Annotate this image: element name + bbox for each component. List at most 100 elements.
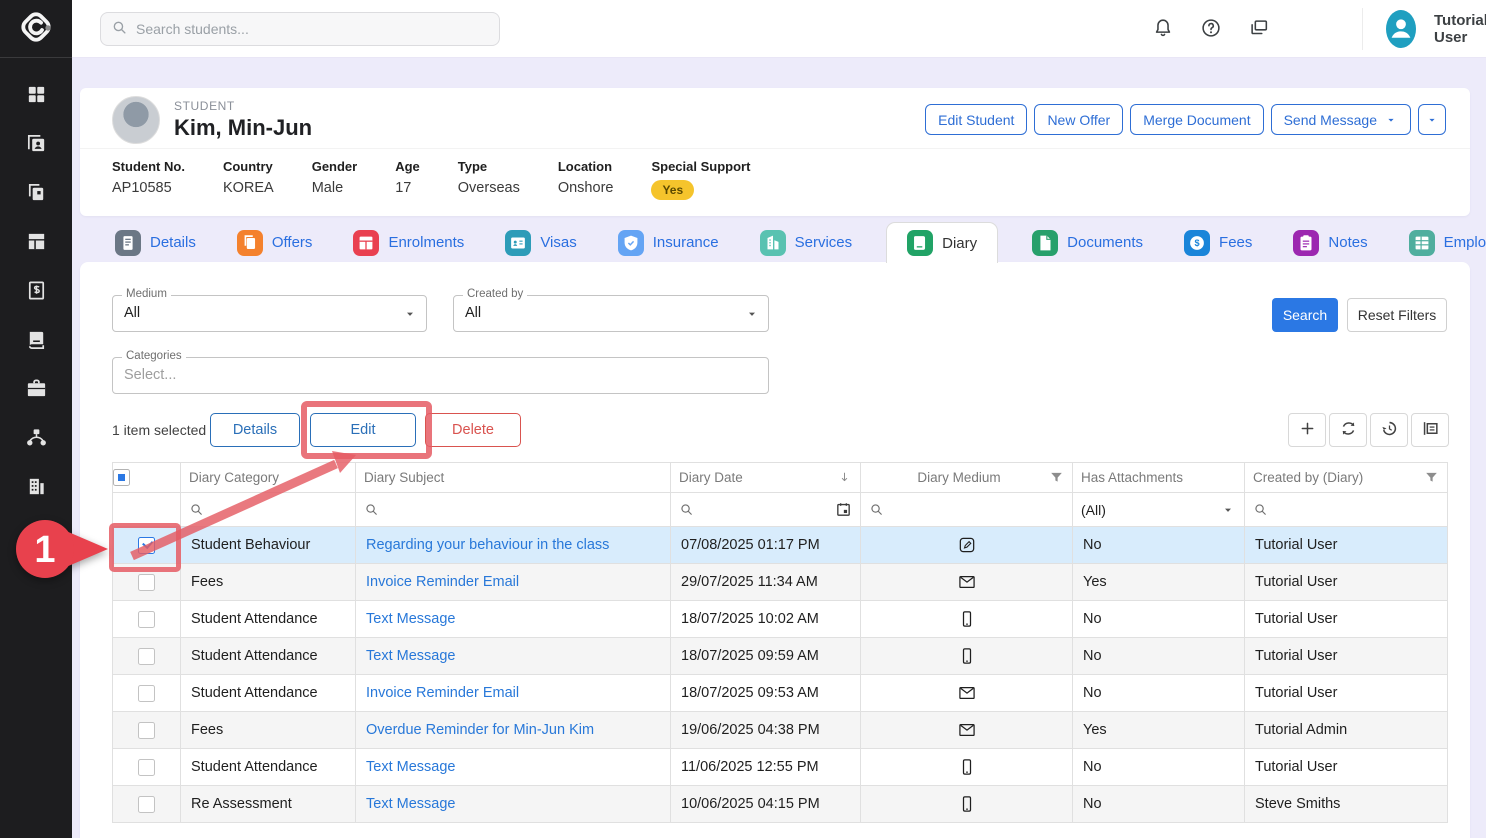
diary-subject-link[interactable]: Text Message [366,759,455,775]
add-record-button[interactable] [1288,413,1326,447]
filter-medium[interactable] [861,493,1073,527]
row-checkbox[interactable] [138,685,155,702]
column-diary-category[interactable]: Diary Category [181,463,356,493]
search-input[interactable] [136,21,489,37]
created-by-select[interactable]: Created by All [453,295,769,332]
tab-services[interactable]: Services [753,222,860,262]
merge-document-button[interactable]: Merge Document [1130,104,1263,135]
search-button[interactable]: Search [1272,298,1338,332]
tab-documents[interactable]: Documents [1025,222,1150,262]
diary-subject-link[interactable]: Regarding your behaviour in the class [366,537,609,553]
revert-button[interactable] [1370,413,1408,447]
row-checkbox[interactable] [138,574,155,591]
details-button[interactable]: Details [210,413,300,447]
column-diary-date[interactable]: Diary Date [671,463,861,493]
row-checkbox[interactable] [138,537,155,554]
diary-subject-link[interactable]: Overdue Reminder for Min-Jun Kim [366,722,594,738]
tab-enrolments[interactable]: Enrolments [346,222,471,262]
cell-created-by: Tutorial User [1245,675,1448,712]
tab-employment[interactable]: Employment [1402,222,1486,262]
reset-filters-button[interactable]: Reset Filters [1347,298,1447,332]
briefcase-icon [25,377,48,403]
user-avatar[interactable] [1386,10,1416,48]
row-checkbox-cell[interactable] [113,527,181,564]
row-checkbox[interactable] [138,796,155,813]
sidebar-item-campus[interactable] [16,476,56,500]
tab-label: Offers [272,234,313,251]
student-search[interactable] [100,12,500,46]
row-checkbox-cell[interactable] [113,564,181,601]
select-all-checkbox[interactable] [113,469,130,486]
filter-subject[interactable] [356,493,671,527]
row-checkbox-cell[interactable] [113,712,181,749]
sidebar-item-briefcase[interactable] [16,378,56,402]
diary-subject-link[interactable]: Invoice Reminder Email [366,685,519,701]
info-field-special-support: Special SupportYes [651,159,750,200]
sidebar-item-dashboard[interactable] [16,84,56,108]
categories-select[interactable]: Categories Select... [112,357,769,394]
row-checkbox[interactable] [138,611,155,628]
delete-button[interactable]: Delete [425,413,521,447]
filter-funnel-icon[interactable] [1049,470,1064,485]
refresh-button[interactable] [1329,413,1367,447]
row-checkbox-cell[interactable] [113,601,181,638]
tab-visas[interactable]: Visas [498,222,583,262]
tab-notes[interactable]: Notes [1286,222,1374,262]
column-has-attachments[interactable]: Has Attachments [1073,463,1245,493]
column-created-by[interactable]: Created by (Diary) [1245,463,1448,493]
diary-subject-link[interactable]: Text Message [366,796,455,812]
cell-diary-subject: Text Message [356,786,671,823]
calendar-icon[interactable] [835,501,852,518]
chevron-down-icon[interactable] [402,306,418,325]
sms-icon [957,796,977,812]
edit-button[interactable]: Edit [310,413,416,447]
diary-subject-link[interactable]: Text Message [366,648,455,664]
chat-icon[interactable] [1248,17,1270,39]
chevron-down-icon[interactable] [744,306,760,325]
chevron-down-icon[interactable] [1220,502,1236,518]
row-checkbox[interactable] [138,648,155,665]
tab-offers[interactable]: Offers [230,222,320,262]
column-diary-subject[interactable]: Diary Subject [356,463,671,493]
new-offer-button[interactable]: New Offer [1034,104,1123,135]
tab-diary[interactable]: Diary [886,222,998,263]
svg-text:$: $ [1194,238,1199,248]
tab-fees[interactable]: $Fees [1177,222,1259,262]
edit-student-button[interactable]: Edit Student [925,104,1027,135]
tab-insurance[interactable]: Insurance [611,222,726,262]
offers-tab-icon [237,230,263,256]
row-checkbox[interactable] [138,759,155,776]
topbar-divider [1362,8,1363,50]
diary-subject-link[interactable]: Text Message [366,611,455,627]
tab-details[interactable]: Details [108,222,203,262]
filter-attachments[interactable]: (All) [1073,493,1245,527]
notifications-icon[interactable] [1152,17,1174,39]
row-checkbox-cell[interactable] [113,749,181,786]
medium-select[interactable]: Medium All [112,295,427,332]
app-logo[interactable] [0,0,72,58]
select-all-checkbox-cell[interactable] [113,463,181,493]
row-checkbox-cell[interactable] [113,638,181,675]
more-actions-button[interactable] [1418,104,1446,135]
row-checkbox-cell[interactable] [113,786,181,823]
column-diary-medium[interactable]: Diary Medium [861,463,1073,493]
diary-subject-link[interactable]: Invoice Reminder Email [366,574,519,590]
sidebar-item-layout[interactable] [16,231,56,255]
sidebar-item-billing[interactable] [16,280,56,304]
send-message-button[interactable]: Send Message [1271,104,1411,135]
help-icon[interactable] [1200,17,1222,39]
sidebar-item-documents[interactable] [16,182,56,206]
user-menu[interactable]: Tutorial User [1386,10,1486,48]
sidebar-item-library[interactable] [16,329,56,353]
chevron-down-icon [1384,113,1398,127]
filter-funnel-icon[interactable] [1424,470,1439,485]
filter-category[interactable] [181,493,356,527]
row-checkbox[interactable] [138,722,155,739]
column-chooser-button[interactable] [1411,413,1449,447]
filter-date[interactable] [671,493,861,527]
info-label: Special Support [651,159,750,174]
sidebar-item-students[interactable] [16,133,56,157]
sidebar-item-network[interactable] [16,427,56,451]
filter-created-by[interactable] [1245,493,1448,527]
row-checkbox-cell[interactable] [113,675,181,712]
